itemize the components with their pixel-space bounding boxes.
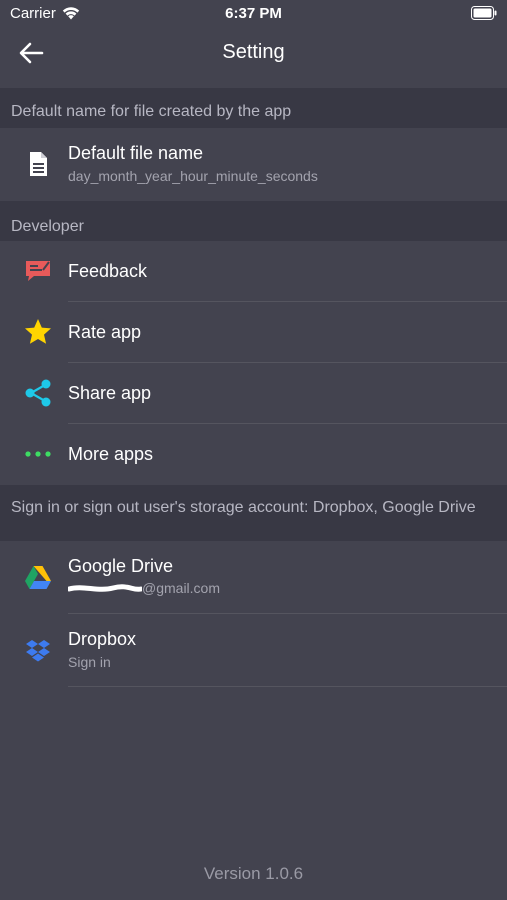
navigation-bar: Setting <box>0 28 507 88</box>
clock: 6:37 PM <box>225 5 282 22</box>
account-email: @gmail.com <box>142 580 221 596</box>
feedback-icon <box>26 261 50 281</box>
section-header-label: Developer <box>11 218 84 235</box>
section-header-label: Sign in or sign out user's storage accou… <box>11 499 476 516</box>
section-header-file: Default name for file created by the app <box>0 88 507 128</box>
redaction-scribble <box>68 584 142 593</box>
more-apps-row[interactable]: More apps <box>0 424 507 485</box>
section-header-label: Default name for file created by the app <box>11 103 292 120</box>
share-icon <box>25 379 51 407</box>
page-title: Setting <box>222 41 285 63</box>
row-title: Dropbox <box>68 629 137 649</box>
row-title: Google Drive <box>68 556 174 576</box>
more-dots-icon <box>25 451 51 457</box>
row-divider <box>68 686 507 687</box>
rate-app-row[interactable]: Rate app <box>0 302 507 363</box>
row-title: More apps <box>68 444 154 464</box>
google-drive-icon <box>25 566 51 589</box>
row-title: Feedback <box>68 261 148 281</box>
row-title: Default file name <box>68 143 204 163</box>
star-icon <box>25 319 51 344</box>
share-app-row[interactable]: Share app <box>0 363 507 424</box>
row-title: Share app <box>68 383 152 403</box>
dropbox-row[interactable]: Dropbox Sign in <box>0 614 507 687</box>
status-bar: Carrier 6:37 PM <box>0 0 507 28</box>
row-subtitle: day_month_year_hour_minute_seconds <box>68 168 318 184</box>
section-header-developer: Developer <box>0 201 507 241</box>
default-file-name-row[interactable]: Default file name day_month_year_hour_mi… <box>0 128 507 201</box>
row-subtitle: Sign in <box>68 654 111 670</box>
google-drive-row[interactable]: Google Drive @gmail.com <box>0 541 507 614</box>
row-title: Rate app <box>68 322 142 342</box>
document-icon <box>30 152 47 176</box>
row-subtitle: @gmail.com <box>68 580 220 596</box>
dropbox-icon <box>26 640 50 662</box>
version-label: Version 1.0.6 <box>203 864 304 883</box>
battery-icon <box>471 6 497 20</box>
feedback-row[interactable]: Feedback <box>0 241 507 302</box>
section-header-storage: Sign in or sign out user's storage accou… <box>0 485 507 541</box>
